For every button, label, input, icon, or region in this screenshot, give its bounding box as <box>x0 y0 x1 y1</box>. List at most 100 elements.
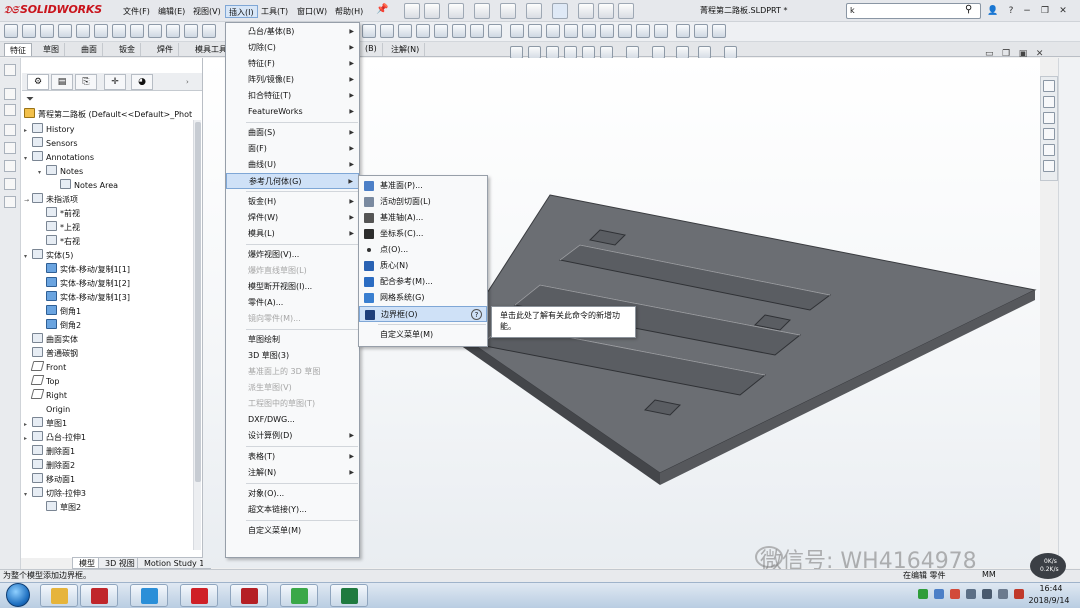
tree-row[interactable]: *上视 <box>24 221 192 235</box>
start-button[interactable] <box>6 583 30 607</box>
wrap-icon[interactable] <box>416 24 430 38</box>
ref-geometry-item[interactable]: 质心(N) <box>359 258 487 274</box>
tree-row[interactable]: 删除面2 <box>24 459 192 473</box>
tray-volume-icon[interactable] <box>998 589 1008 599</box>
file-properties-icon[interactable] <box>598 3 614 19</box>
tree-row[interactable]: 删除面1 <box>24 445 192 459</box>
user-icon[interactable]: 👤 <box>986 4 1000 18</box>
feature-strip-icon[interactable] <box>4 88 16 100</box>
tree-row[interactable]: 实体-移动/复制1[2] <box>24 277 192 291</box>
menu-edit[interactable]: 编辑(E) <box>155 5 188 18</box>
minimize-button[interactable]: − <box>1020 4 1034 18</box>
reference-geometry-icon[interactable] <box>452 24 466 38</box>
tree-row[interactable]: Right <box>24 389 192 403</box>
ref-geometry-item[interactable]: 自定义菜单(M) <box>359 327 487 343</box>
property-manager-tab-icon[interactable]: ▤ <box>51 74 73 90</box>
search-input[interactable]: k ⚲ <box>846 3 981 19</box>
tree-row[interactable]: ▾ Annotations <box>24 151 192 165</box>
menu-help[interactable]: 帮助(H) <box>332 5 366 18</box>
tree-row[interactable]: 移动面1 <box>24 473 192 487</box>
extruded-boss-icon[interactable] <box>4 24 18 38</box>
curves-icon[interactable] <box>470 24 484 38</box>
menu-window[interactable]: 窗口(W) <box>294 5 330 18</box>
insert-menu-item[interactable]: 模具(L) ▶ <box>226 226 359 242</box>
tab-mbd[interactable]: (B) <box>360 43 383 56</box>
custom-properties-icon[interactable] <box>1043 160 1055 172</box>
tree-row[interactable]: Front <box>24 361 192 375</box>
configuration-tab-icon[interactable]: ⎘ <box>75 74 97 90</box>
expand-arrow-icon[interactable]: ▾ <box>24 250 32 264</box>
expand-arrow-icon[interactable]: ▾ <box>38 166 46 180</box>
tray-network-icon[interactable] <box>982 589 992 599</box>
solidworks-2018b-app[interactable] <box>230 584 268 607</box>
insert-menu-item[interactable]: 切除(C) ▶ <box>226 40 359 56</box>
insert-menu-item[interactable]: FeatureWorks ▶ <box>226 104 359 120</box>
tab-annotations[interactable]: 注解(N) <box>386 43 426 56</box>
insert-menu-item[interactable]: 阵列/镜像(E) ▶ <box>226 72 359 88</box>
dimension-strip-icon[interactable] <box>4 124 16 136</box>
tree-row[interactable]: 曲面实体 <box>24 333 192 347</box>
feature-tree-scrollbar[interactable] <box>193 120 201 550</box>
tab-surfaces[interactable]: 曲面 <box>76 43 103 56</box>
smart-dimension-icon[interactable] <box>528 24 542 38</box>
tab-3d-views[interactable]: 3D 视图 <box>98 557 142 569</box>
expand-tabs-icon[interactable]: › <box>186 78 189 86</box>
insert-menu-item[interactable]: 钣金(H) ▶ <box>226 194 359 210</box>
surface-strip-icon[interactable] <box>4 142 16 154</box>
insert-menu-item[interactable]: 表格(T) ▶ <box>226 449 359 465</box>
relations-icon[interactable] <box>712 24 726 38</box>
insert-menu-item[interactable]: 凸台/基体(B) ▶ <box>226 24 359 40</box>
restore-button[interactable]: ❐ <box>1038 4 1052 18</box>
print-icon[interactable] <box>500 3 516 19</box>
units-selector[interactable]: MM <box>982 570 996 579</box>
tree-row[interactable]: ▾ 实体(5) <box>24 249 192 263</box>
pin-strip-icon[interactable] <box>4 64 16 76</box>
expand-arrow-icon[interactable]: ▾ <box>24 488 32 502</box>
tree-row[interactable]: Origin <box>24 403 192 417</box>
tree-row[interactable]: 草图2 <box>24 501 192 515</box>
insert-menu-item[interactable]: 曲线(U) ▶ <box>226 157 359 173</box>
tree-row[interactable]: ▸ 草图1 <box>24 417 192 431</box>
tab-sketch[interactable]: 草图 <box>38 43 65 56</box>
mirror-icon[interactable] <box>676 24 690 38</box>
instant3d-icon[interactable] <box>488 24 502 38</box>
ref-geometry-item[interactable]: 配合参考(M)... <box>359 274 487 290</box>
pattern-icon[interactable] <box>694 24 708 38</box>
ref-geometry-item[interactable]: 基准面(P)... <box>359 178 487 194</box>
tray-notify-icon[interactable] <box>1014 589 1024 599</box>
tolerance-strip-icon[interactable] <box>4 178 16 190</box>
tree-root-part[interactable]: 菁程第二路板 (Default<<Default>_Phot <box>24 108 192 122</box>
scroll-thumb[interactable] <box>195 122 201 482</box>
ref-geometry-item[interactable]: 坐标系(C)... <box>359 226 487 242</box>
tree-row[interactable]: → 未指派项 <box>24 193 192 207</box>
pin-icon[interactable]: 📌 <box>376 4 388 15</box>
insert-menu-item[interactable]: 特征(F) ▶ <box>226 56 359 72</box>
menu-insert[interactable]: 插入(I) <box>225 5 258 18</box>
view-palette-icon[interactable] <box>1043 128 1055 140</box>
insert-menu-item[interactable]: 超文本链接(Y)... <box>226 502 359 518</box>
weld-strip-icon[interactable] <box>4 160 16 172</box>
options-gear-icon[interactable] <box>618 3 634 19</box>
circle-icon[interactable] <box>582 24 596 38</box>
tray-security-icon[interactable] <box>950 589 960 599</box>
revolved-cut-icon[interactable] <box>130 24 144 38</box>
draft-icon[interactable] <box>380 24 394 38</box>
tree-row[interactable]: Sensors <box>24 137 192 151</box>
search-icon[interactable]: ⚲ <box>965 4 972 15</box>
swept-boss-icon[interactable] <box>40 24 54 38</box>
insert-menu-item[interactable]: 草图绘制 <box>226 332 359 348</box>
spline-icon[interactable] <box>618 24 632 38</box>
ref-geometry-item[interactable]: 点(O)... <box>359 242 487 258</box>
rebuild-icon[interactable] <box>578 3 594 19</box>
extruded-cut-icon[interactable] <box>94 24 108 38</box>
expand-arrow-icon[interactable]: ▸ <box>24 418 32 432</box>
insert-menu-item[interactable]: 3D 草图(3) <box>226 348 359 364</box>
help-icon[interactable]: ? <box>1004 4 1018 18</box>
fillet-icon[interactable] <box>184 24 198 38</box>
tree-row[interactable]: *前视 <box>24 207 192 221</box>
ref-geometry-item[interactable]: 边界框(O)? <box>359 306 487 322</box>
tree-row[interactable]: 实体-移动/复制1[3] <box>24 291 192 305</box>
tree-row[interactable]: Notes Area <box>24 179 192 193</box>
close-button[interactable]: ✕ <box>1056 4 1070 18</box>
tab-weldments[interactable]: 焊件 <box>152 43 179 56</box>
